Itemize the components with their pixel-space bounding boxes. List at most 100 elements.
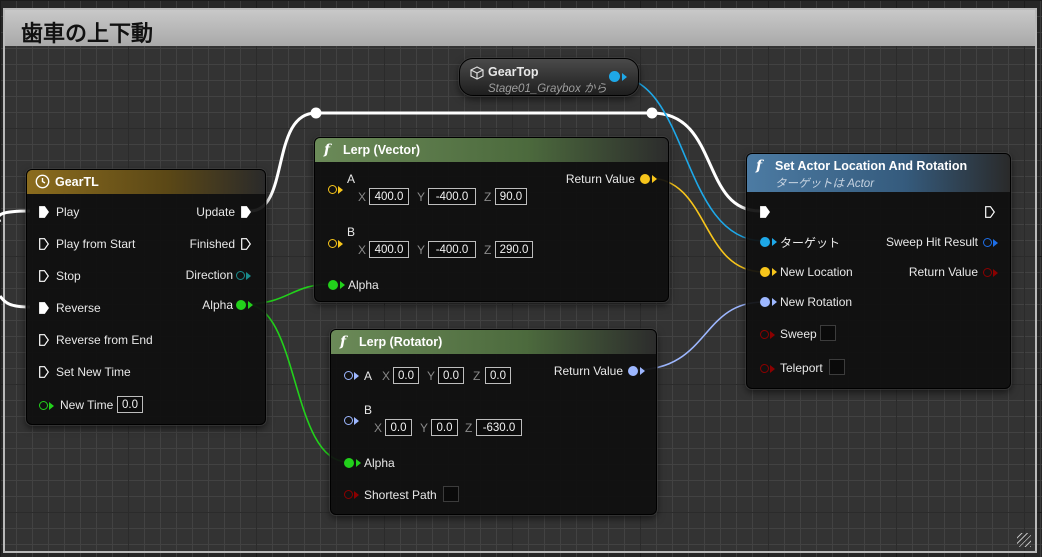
lerp-vector-a-pin[interactable] bbox=[328, 185, 337, 194]
pin-arrow-icon bbox=[772, 298, 777, 306]
lerp-rotator-return-pin[interactable] bbox=[628, 366, 638, 376]
reroute-node-1[interactable] bbox=[310, 107, 322, 119]
axis-y-label: Y bbox=[417, 190, 426, 204]
teleport-checkbox[interactable] bbox=[829, 359, 845, 375]
lerp-rotator-title: Lerp (Rotator) bbox=[359, 335, 443, 349]
axis-y-label: Y bbox=[417, 243, 426, 257]
lerp-rotator-b-y[interactable]: 0.0 bbox=[431, 419, 458, 436]
lerp-vector-a-z[interactable]: 90.0 bbox=[495, 188, 527, 205]
set-new-time-exec-pin[interactable] bbox=[39, 366, 49, 378]
new-time-field[interactable]: 0.0 bbox=[117, 396, 143, 413]
set-actor-return-pin[interactable] bbox=[983, 268, 992, 277]
set-actor-exec-out-pin[interactable] bbox=[985, 206, 995, 218]
lerp-rotator-b-pin[interactable] bbox=[344, 416, 353, 425]
play-exec-pin[interactable] bbox=[39, 206, 49, 218]
geartl-node[interactable]: GearTL Play Play from Start Stop Reverse… bbox=[26, 169, 266, 425]
lerp-vector-header: f Lerp (Vector) bbox=[315, 138, 668, 162]
shortest-path-label: Shortest Path bbox=[364, 488, 437, 502]
lerp-vector-b-pin[interactable] bbox=[328, 239, 337, 248]
target-label: ターゲット bbox=[780, 236, 841, 250]
lerp-vector-alpha-label: Alpha bbox=[348, 278, 379, 292]
direction-label: Direction bbox=[185, 268, 233, 282]
lerp-rotator-b-z[interactable]: -630.0 bbox=[476, 419, 522, 436]
sweep-hit-result-label: Sweep Hit Result bbox=[885, 235, 978, 249]
axis-z-label: Z bbox=[484, 243, 492, 257]
reverse-exec-pin[interactable] bbox=[39, 302, 49, 314]
finished-exec-pin[interactable] bbox=[241, 238, 251, 250]
lerp-vector-return-pin[interactable] bbox=[640, 174, 650, 184]
pin-arrow-icon bbox=[338, 240, 343, 248]
lerp-vector-b-x[interactable]: 400.0 bbox=[369, 241, 409, 258]
sweep-checkbox[interactable] bbox=[820, 325, 836, 341]
axis-z-label: Z bbox=[473, 369, 481, 383]
set-actor-location-rotation-node[interactable]: f Set Actor Location And Rotation ターゲットは… bbox=[746, 153, 1011, 389]
set-actor-exec-in-pin[interactable] bbox=[760, 206, 770, 218]
lerp-vector-b-label: B bbox=[347, 225, 356, 239]
pin-arrow-icon bbox=[248, 301, 253, 309]
new-location-label: New Location bbox=[780, 265, 853, 279]
lerp-rotator-a-pin[interactable] bbox=[344, 371, 353, 380]
lerp-rotator-a-x[interactable]: 0.0 bbox=[393, 367, 419, 384]
reverse-label: Reverse bbox=[56, 301, 101, 315]
pin-arrow-icon bbox=[356, 459, 361, 467]
axis-y-label: Y bbox=[427, 369, 436, 383]
axis-z-label: Z bbox=[484, 190, 492, 204]
play-from-start-exec-pin[interactable] bbox=[39, 238, 49, 250]
pin-arrow-icon bbox=[770, 331, 775, 339]
reverse-from-end-label: Reverse from End bbox=[56, 333, 153, 347]
new-location-pin[interactable] bbox=[760, 267, 770, 277]
lerp-rotator-a-z[interactable]: 0.0 bbox=[485, 367, 511, 384]
finished-label: Finished bbox=[189, 237, 235, 251]
axis-x-label: X bbox=[358, 243, 367, 257]
new-rotation-pin[interactable] bbox=[760, 297, 770, 307]
axis-x-label: X bbox=[374, 421, 383, 435]
target-pin[interactable] bbox=[760, 237, 770, 247]
new-time-label: New Time bbox=[60, 398, 114, 412]
lerp-rotator-header: f Lerp (Rotator) bbox=[331, 330, 656, 354]
geartop-subtitle: Stage01_Graybox から bbox=[488, 83, 607, 95]
geartop-node[interactable]: GearTop Stage01_Graybox から bbox=[459, 58, 639, 96]
lerp-vector-b-y[interactable]: -400.0 bbox=[428, 241, 476, 258]
lerp-rotator-a-label: A bbox=[364, 369, 373, 383]
pin-arrow-icon bbox=[772, 238, 777, 246]
axis-y-label: Y bbox=[420, 421, 429, 435]
pin-arrow-icon bbox=[354, 491, 359, 499]
lerp-rotator-a-y[interactable]: 0.0 bbox=[438, 367, 464, 384]
pin-arrow-icon bbox=[770, 365, 775, 373]
function-icon: f bbox=[324, 142, 331, 158]
new-rotation-label: New Rotation bbox=[780, 295, 853, 309]
reverse-from-end-exec-pin[interactable] bbox=[39, 334, 49, 346]
lerp-rotator-node[interactable]: f Lerp (Rotator) A X 0.0 Y 0.0 Z 0.0 B X… bbox=[330, 329, 657, 515]
sweep-label: Sweep bbox=[780, 327, 817, 341]
alpha-label: Alpha bbox=[202, 298, 233, 312]
lerp-rotator-alpha-label: Alpha bbox=[364, 456, 395, 470]
lerp-vector-alpha-pin[interactable] bbox=[328, 280, 338, 290]
stop-exec-pin[interactable] bbox=[39, 270, 49, 282]
sweep-hit-result-pin[interactable] bbox=[983, 238, 992, 247]
new-time-pin[interactable] bbox=[39, 401, 48, 410]
lerp-vector-node[interactable]: f Lerp (Vector) A X 400.0 Y -400.0 Z 90.… bbox=[314, 137, 669, 302]
pin-arrow-icon bbox=[652, 175, 657, 183]
update-label: Update bbox=[196, 205, 235, 219]
clock-icon bbox=[35, 174, 50, 189]
sweep-pin[interactable] bbox=[760, 330, 769, 339]
lerp-vector-b-z[interactable]: 290.0 bbox=[495, 241, 533, 258]
alpha-output-pin[interactable] bbox=[236, 300, 246, 310]
pin-arrow-icon bbox=[622, 73, 627, 81]
direction-pin[interactable] bbox=[236, 271, 245, 280]
geartop-output-pin[interactable] bbox=[609, 71, 620, 82]
lerp-vector-a-x[interactable]: 400.0 bbox=[369, 188, 409, 205]
teleport-pin[interactable] bbox=[760, 364, 769, 373]
lerp-vector-a-y[interactable]: -400.0 bbox=[428, 188, 476, 205]
shortest-path-pin[interactable] bbox=[344, 490, 353, 499]
update-exec-pin[interactable] bbox=[241, 206, 251, 218]
lerp-vector-return-label: Return Value bbox=[565, 172, 635, 186]
lerp-rotator-alpha-pin[interactable] bbox=[344, 458, 354, 468]
lerp-rotator-b-x[interactable]: 0.0 bbox=[385, 419, 412, 436]
pin-arrow-icon bbox=[772, 268, 777, 276]
reroute-node-2[interactable] bbox=[646, 107, 658, 119]
shortest-path-checkbox[interactable] bbox=[443, 486, 459, 502]
pin-arrow-icon bbox=[993, 269, 998, 277]
lerp-vector-title: Lerp (Vector) bbox=[343, 143, 421, 157]
pin-arrow-icon bbox=[49, 402, 54, 410]
